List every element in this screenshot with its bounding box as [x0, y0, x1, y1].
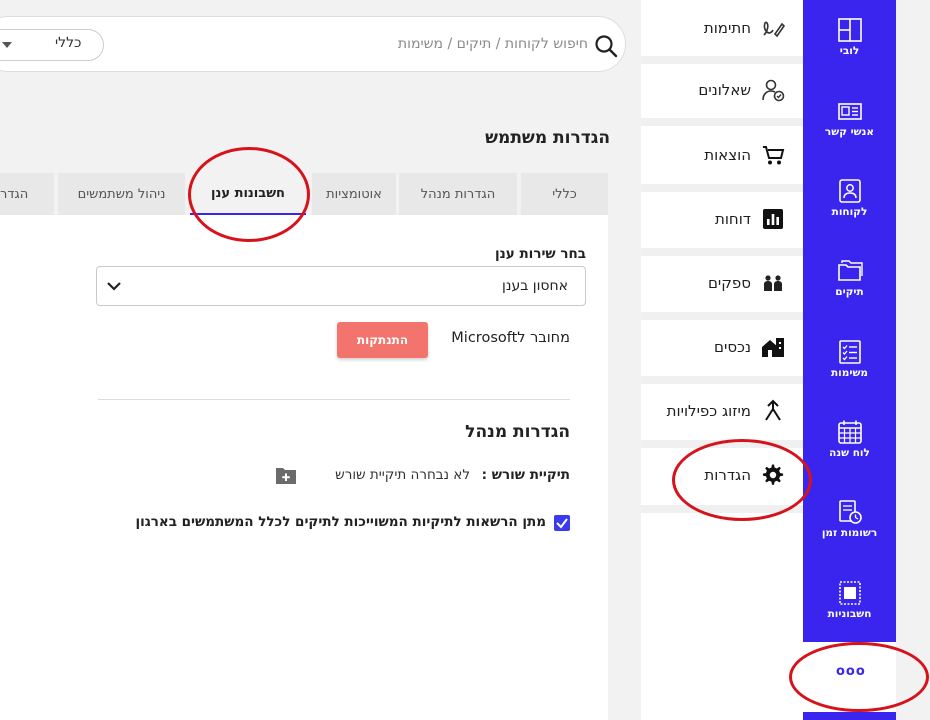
- nav-item-lobby[interactable]: לובי: [803, 17, 896, 57]
- search-scope-label: כללי: [55, 35, 82, 51]
- menu-item-label: ספקים: [707, 274, 751, 292]
- tab-general[interactable]: כללי: [521, 173, 608, 215]
- annotation-circle: [672, 439, 812, 521]
- nav-item-label: חשבוניות: [827, 608, 872, 620]
- nav-item-label: לקוחות: [831, 206, 868, 218]
- search-icon[interactable]: [593, 33, 619, 59]
- reports-icon: [763, 209, 783, 229]
- nav-item-label: תיקים: [835, 286, 864, 298]
- contact-card-icon: [837, 103, 862, 120]
- layout-icon: [837, 18, 862, 42]
- page-title: הגדרות משתמש: [485, 128, 610, 148]
- menu-item-reports[interactable]: דוחות: [641, 191, 803, 247]
- suppliers-icon: [764, 275, 782, 291]
- nav-item-time-records[interactable]: רשומות זמן: [803, 499, 896, 539]
- menu-item-assets[interactable]: נכסים: [641, 319, 803, 375]
- permission-label: מתן הרשאות לתיקיות המשוייכות לתיקים לכלל…: [135, 514, 546, 530]
- root-folder-value: לא נבחרה תיקיית שורש: [335, 467, 470, 483]
- cart-icon: [763, 146, 785, 165]
- nav-item-label: אנשי קשר: [824, 126, 875, 138]
- menu-item-label: דוחות: [714, 210, 751, 228]
- calendar-icon: [837, 420, 862, 444]
- folders-icon: [837, 260, 863, 281]
- nav-item-calendar[interactable]: לוח שנה: [803, 419, 896, 459]
- tab-automations[interactable]: אוטומציות: [312, 173, 396, 215]
- menu-item-label: נכסים: [714, 338, 751, 356]
- admin-settings-title: הגדרות מנהל: [465, 422, 570, 442]
- tab-admin-settings[interactable]: הגדרות מנהל: [399, 173, 517, 215]
- nav-item-clients[interactable]: לקוחות: [803, 178, 896, 218]
- nav-item-label: רשומות זמן: [821, 527, 878, 539]
- tab-more-settings[interactable]: הגדר: [0, 173, 54, 215]
- check-icon: [556, 518, 568, 529]
- nav-item-label: לוח שנה: [829, 447, 870, 459]
- merge-icon: [765, 399, 781, 421]
- nav-item-label: לובי: [839, 45, 860, 57]
- signature-icon: [763, 21, 785, 38]
- root-folder-label: תיקיית שורש :: [481, 467, 570, 483]
- client-icon: [838, 179, 861, 203]
- cloud-service-value: אחסון בענן: [502, 278, 568, 294]
- nav-item-contacts[interactable]: אנשי קשר: [803, 98, 896, 138]
- menu-item-merge-duplicates[interactable]: מיזוג כפילויות: [641, 383, 803, 439]
- tasks-icon: [838, 340, 861, 364]
- annotation-circle: [789, 642, 929, 712]
- cloud-service-label: בחר שירות ענן: [495, 246, 586, 262]
- menu-item-signatures[interactable]: חתימות: [641, 0, 803, 56]
- permission-checkbox[interactable]: [554, 515, 570, 531]
- assets-icon: [762, 338, 784, 357]
- nav-item-cases[interactable]: תיקים: [803, 258, 896, 298]
- menu-separator: [641, 118, 803, 126]
- nav-item-invoices[interactable]: חשבוניות: [803, 580, 896, 620]
- menu-item-expenses[interactable]: הוצאות: [641, 127, 803, 183]
- tab-user-management[interactable]: ניהול משתמשים: [58, 173, 185, 215]
- menu-item-questionnaires[interactable]: שאלונים: [641, 62, 803, 118]
- annotation-circle: [188, 147, 310, 242]
- menu-item-label: מיזוג כפילויות: [666, 402, 751, 420]
- menu-item-label: הוצאות: [704, 146, 751, 164]
- questionnaire-icon: [762, 79, 785, 102]
- connection-status: מחובר לMicrosoft: [451, 330, 570, 346]
- time-records-icon: [838, 500, 862, 524]
- invoice-icon: [838, 581, 861, 605]
- search-scope-select[interactable]: [0, 29, 104, 61]
- nav-item-tasks[interactable]: משימות: [803, 339, 896, 379]
- menu-item-label: שאלונים: [698, 81, 751, 99]
- menu-item-suppliers[interactable]: ספקים: [641, 255, 803, 311]
- chevron-down-icon: [107, 282, 121, 291]
- disconnect-button[interactable]: התנתקות: [337, 322, 428, 358]
- caret-down-icon: [2, 42, 12, 48]
- add-folder-icon[interactable]: [275, 465, 297, 485]
- search-input[interactable]: חיפוש לקוחות / תיקים / משימות: [330, 36, 588, 52]
- nav-item-label: משימות: [830, 367, 869, 379]
- menu-item-label: חתימות: [703, 19, 751, 37]
- divider: [98, 399, 570, 400]
